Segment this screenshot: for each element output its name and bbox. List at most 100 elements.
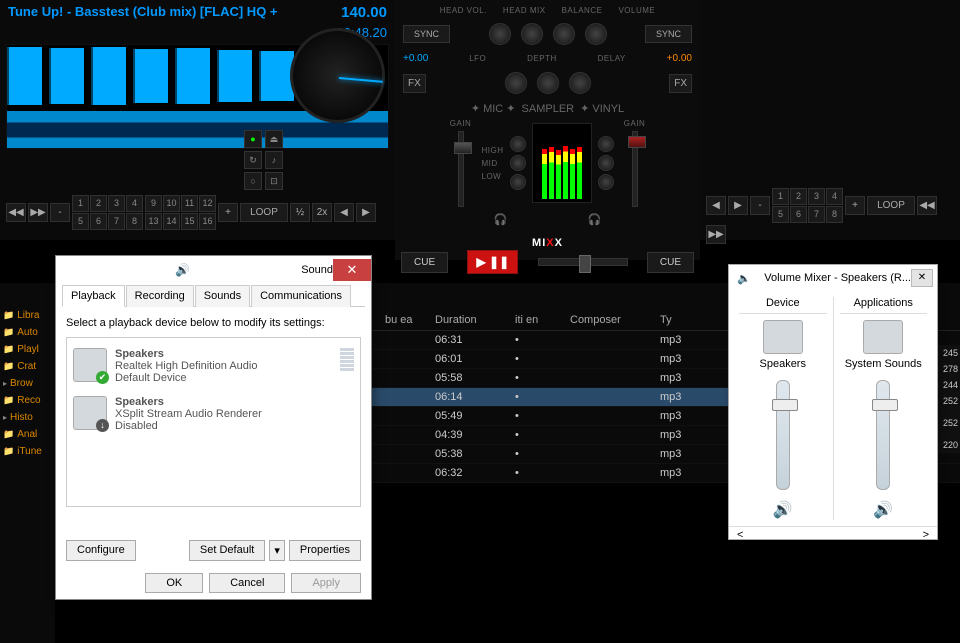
hotcue[interactable]: 12	[199, 195, 216, 212]
set-default-button[interactable]: Set Default	[189, 540, 265, 561]
speaker-icon[interactable]	[763, 320, 803, 354]
fwd-button[interactable]: ▶	[728, 196, 748, 215]
device-list[interactable]: SpeakersRealtek High Definition AudioDef…	[66, 337, 361, 507]
fx-left-button[interactable]: FX	[403, 74, 426, 93]
hotcue[interactable]: 2	[790, 188, 807, 205]
headphone-left-icon[interactable]: 🎧	[494, 213, 508, 226]
hotcue[interactable]: 3	[108, 195, 125, 212]
hotcue[interactable]: 8	[826, 206, 843, 223]
knob[interactable]	[521, 23, 543, 45]
knob[interactable]	[537, 72, 559, 94]
eq-knob[interactable]	[510, 174, 526, 190]
hotcue[interactable]: 7	[108, 213, 125, 230]
indicator-icon[interactable]: ●	[244, 130, 262, 148]
tab-playback[interactable]: Playback	[62, 285, 125, 307]
play-pause-button[interactable]: ▶ ❚❚	[467, 250, 518, 274]
nudge-plus-button[interactable]: +	[218, 203, 238, 222]
sidebar-item[interactable]: iTune	[2, 443, 53, 460]
tab-communications[interactable]: Communications	[251, 285, 351, 307]
sidebar-item[interactable]: Histo	[2, 409, 53, 426]
scroll-left-icon[interactable]: <	[737, 529, 743, 541]
tab-sounds[interactable]: Sounds	[195, 285, 250, 307]
eq-knob[interactable]	[598, 174, 614, 190]
repeat-icon[interactable]: ↻	[244, 151, 262, 169]
sidebar-item[interactable]: Libra	[2, 307, 53, 324]
channel-fader-left[interactable]	[458, 131, 464, 207]
rev-button[interactable]: ◀	[334, 203, 354, 222]
key-icon[interactable]: ♪	[265, 151, 283, 169]
tab-recording[interactable]: Recording	[126, 285, 194, 307]
sidebar-item[interactable]: Reco	[2, 392, 53, 409]
close-button[interactable]: ✕	[333, 259, 371, 281]
eq-knob[interactable]	[510, 136, 526, 152]
hotcue[interactable]: 2	[90, 195, 107, 212]
close-button[interactable]: ✕	[911, 269, 933, 287]
configure-button[interactable]: Configure	[66, 540, 136, 561]
seek-end-button[interactable]: ▶▶	[28, 203, 48, 222]
sync-right-button[interactable]: SYNC	[645, 25, 692, 43]
ok-button[interactable]: OK	[145, 573, 203, 593]
knob[interactable]	[553, 23, 575, 45]
fwd-button[interactable]: ▶	[356, 203, 376, 222]
knob[interactable]	[489, 23, 511, 45]
nudge-minus-button[interactable]: -	[750, 196, 770, 215]
seek-start-button[interactable]: ◀◀	[6, 203, 26, 222]
channel-fader-right[interactable]	[632, 131, 638, 207]
nudge-plus-button[interactable]: +	[845, 196, 865, 215]
set-default-dropdown[interactable]: ▾	[269, 540, 285, 561]
system-sounds-icon[interactable]	[863, 320, 903, 354]
device-item[interactable]: SpeakersRealtek High Definition AudioDef…	[71, 342, 356, 390]
hotcue[interactable]: 7	[808, 206, 825, 223]
cancel-button[interactable]: Cancel	[209, 573, 285, 593]
hotcue[interactable]: 4	[126, 195, 143, 212]
hotcue[interactable]: 6	[790, 206, 807, 223]
hotcue[interactable]: 3	[808, 188, 825, 205]
sidebar-item[interactable]: Brow	[2, 375, 53, 392]
scroll-right-icon[interactable]: >	[923, 529, 929, 541]
loop-button[interactable]: LOOP	[240, 203, 288, 222]
hotcue[interactable]: 13	[145, 213, 162, 230]
seek-start-button[interactable]: ◀◀	[917, 196, 937, 215]
eq-knob[interactable]	[510, 155, 526, 171]
knob[interactable]	[585, 23, 607, 45]
eq-knob[interactable]	[598, 136, 614, 152]
knob[interactable]	[505, 72, 527, 94]
hotcue[interactable]: 4	[826, 188, 843, 205]
volume-slider[interactable]	[876, 380, 890, 490]
loop-double-button[interactable]: 2x	[312, 203, 332, 222]
hotcue[interactable]: 9	[145, 195, 162, 212]
hotcue[interactable]: 5	[72, 213, 89, 230]
eject-icon[interactable]: ⏏	[265, 130, 283, 148]
loop-half-button[interactable]: ½	[290, 203, 310, 222]
knob[interactable]	[569, 72, 591, 94]
hotcue[interactable]: 8	[126, 213, 143, 230]
hotcue[interactable]: 15	[181, 213, 198, 230]
hotcue[interactable]: 6	[90, 213, 107, 230]
hotcue[interactable]: 14	[163, 213, 180, 230]
nudge-minus-button[interactable]: -	[50, 203, 70, 222]
mute-icon[interactable]: 🔊	[739, 500, 827, 520]
cue-left-button[interactable]: CUE	[401, 252, 448, 273]
volume-slider[interactable]	[776, 380, 790, 490]
properties-button[interactable]: Properties	[289, 540, 361, 561]
device-item[interactable]: SpeakersXSplit Stream Audio RendererDisa…	[71, 390, 356, 438]
loop-button[interactable]: LOOP	[867, 196, 915, 215]
hotcue[interactable]: 11	[181, 195, 198, 212]
cue-right-button[interactable]: CUE	[647, 252, 694, 273]
jog-wheel[interactable]	[290, 28, 385, 123]
hotcue[interactable]: 5	[772, 206, 789, 223]
crossfader[interactable]	[538, 258, 628, 266]
headphone-right-icon[interactable]: 🎧	[588, 213, 602, 226]
hotcue[interactable]: 1	[772, 188, 789, 205]
hotcue[interactable]: 1	[72, 195, 89, 212]
sidebar-item[interactable]: Playl	[2, 341, 53, 358]
eq-knob[interactable]	[598, 155, 614, 171]
hotcue[interactable]: 10	[163, 195, 180, 212]
mute-icon[interactable]: 🔊	[840, 500, 928, 520]
sidebar-item[interactable]: Auto	[2, 324, 53, 341]
fx-right-button[interactable]: FX	[669, 74, 692, 93]
apply-button[interactable]: Apply	[291, 573, 361, 593]
seek-end-button[interactable]: ▶▶	[706, 225, 726, 244]
sync-left-button[interactable]: SYNC	[403, 25, 450, 43]
rev-button[interactable]: ◀	[706, 196, 726, 215]
